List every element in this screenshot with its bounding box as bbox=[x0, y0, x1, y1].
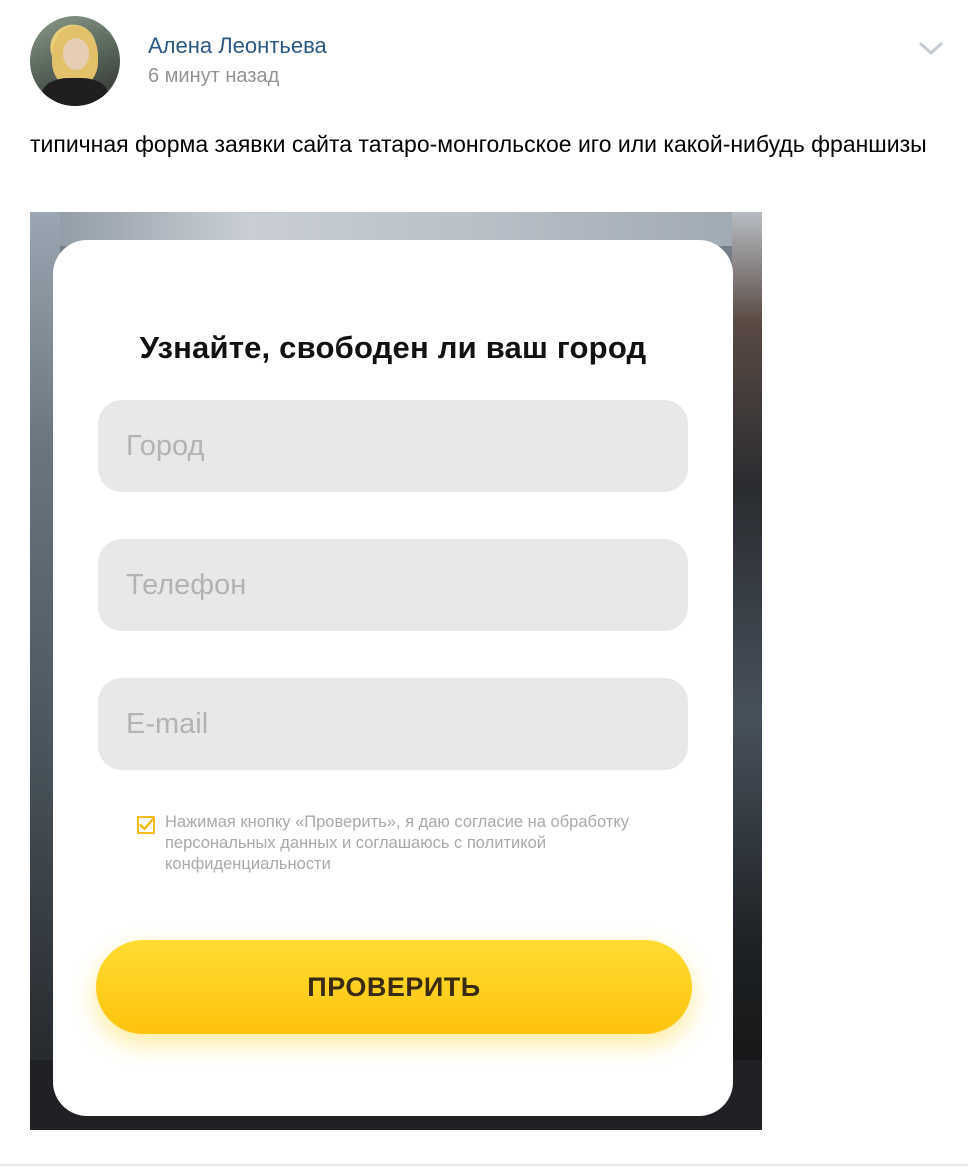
check-button[interactable]: ПРОВЕРИТЬ bbox=[96, 940, 692, 1034]
email-input[interactable] bbox=[98, 678, 688, 770]
chevron-down-icon[interactable] bbox=[918, 38, 944, 58]
form-title: Узнайте, свободен ли ваш город bbox=[139, 330, 647, 365]
phone-input[interactable] bbox=[98, 539, 688, 631]
consent-text: Нажимая кнопку «Проверить», я даю соглас… bbox=[165, 813, 630, 873]
consent-checkbox[interactable] bbox=[137, 816, 155, 834]
post-divider bbox=[0, 1164, 968, 1166]
application-form-card: Узнайте, свободен ли ваш город Нажимая к… bbox=[53, 240, 733, 1116]
post-header: Алена Леонтьева 6 минут назад bbox=[0, 0, 968, 120]
author-name-link[interactable]: Алена Леонтьева bbox=[148, 33, 327, 59]
image-background-right bbox=[732, 212, 762, 1130]
avatar-face bbox=[63, 38, 89, 70]
post-image[interactable]: Узнайте, свободен ли ваш город Нажимая к… bbox=[30, 212, 762, 1130]
avatar[interactable] bbox=[30, 16, 120, 106]
city-input[interactable] bbox=[98, 400, 688, 492]
post-timestamp[interactable]: 6 минут назад bbox=[148, 65, 279, 88]
avatar-body bbox=[42, 78, 108, 106]
post-text: типичная форма заявки сайта татаро-монго… bbox=[30, 131, 927, 157]
